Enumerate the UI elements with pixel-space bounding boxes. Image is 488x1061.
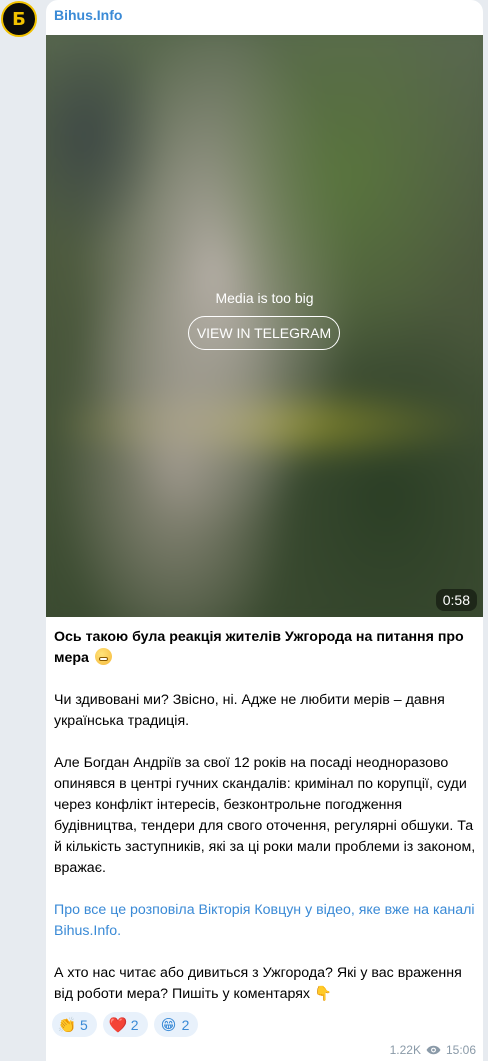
avatar-letter: Б xyxy=(12,8,26,30)
reaction-heart[interactable]: ❤️ 2 xyxy=(102,1012,148,1037)
reaction-grin[interactable]: 😁 2 xyxy=(153,1012,199,1037)
pointing-down-icon: 👇 xyxy=(313,986,332,1002)
red-heart-icon: ❤️ xyxy=(108,1016,128,1034)
channel-avatar[interactable]: Б xyxy=(1,1,37,37)
post-paragraph-2: Але Богдан Андріїв за свої 12 років на п… xyxy=(54,755,476,876)
post-link[interactable]: Про все це розповіла Вікторія Ковцун у в… xyxy=(54,900,478,942)
post-paragraph-4: А хто нас читає або дивиться з Ужгорода?… xyxy=(54,963,478,1005)
post-text: Ось такою була реакція жителів Ужгорода … xyxy=(54,627,478,1026)
eye-icon xyxy=(426,1045,441,1055)
message-meta: 1.22K 15:06 xyxy=(390,1043,476,1057)
post-paragraph-4-text: А хто нас читає або дивиться з Ужгорода?… xyxy=(54,965,462,1002)
reaction-count: 5 xyxy=(80,1016,88,1033)
reaction-count: 2 xyxy=(130,1016,139,1033)
video-duration: 0:58 xyxy=(435,589,477,611)
message-time: 15:06 xyxy=(445,1043,476,1057)
video-media[interactable]: Media is too big VIEW IN TELEGRAM 0:58 xyxy=(46,35,483,617)
post-headline-text: Ось такою була реакція жителів Ужгорода … xyxy=(54,629,464,666)
post-paragraph-1: Чи здивовані ми? Звісно, ні. Адже не люб… xyxy=(54,692,445,729)
reaction-count: 2 xyxy=(181,1016,190,1033)
grimacing-face-icon xyxy=(94,648,112,665)
clapping-hands-icon: 👏 xyxy=(57,1016,77,1034)
reactions-bar: 👏 5 ❤️ 2 😁 2 xyxy=(52,1012,199,1037)
grinning-face-icon: 😁 xyxy=(160,1016,177,1034)
channel-name[interactable]: Bihus.Info xyxy=(54,7,122,23)
reaction-clap[interactable]: 👏 5 xyxy=(52,1012,97,1037)
media-too-big-text: Media is too big xyxy=(215,290,314,306)
post-headline: Ось такою була реакція жителів Ужгорода … xyxy=(54,627,478,669)
view-in-telegram-button[interactable]: VIEW IN TELEGRAM xyxy=(188,316,340,350)
video-link[interactable]: Про все це розповіла Вікторія Ковцун у в… xyxy=(54,902,475,939)
message-bubble: Bihus.Info Media is too big VIEW IN TELE… xyxy=(46,0,483,1061)
view-count: 1.22K xyxy=(389,1043,421,1057)
